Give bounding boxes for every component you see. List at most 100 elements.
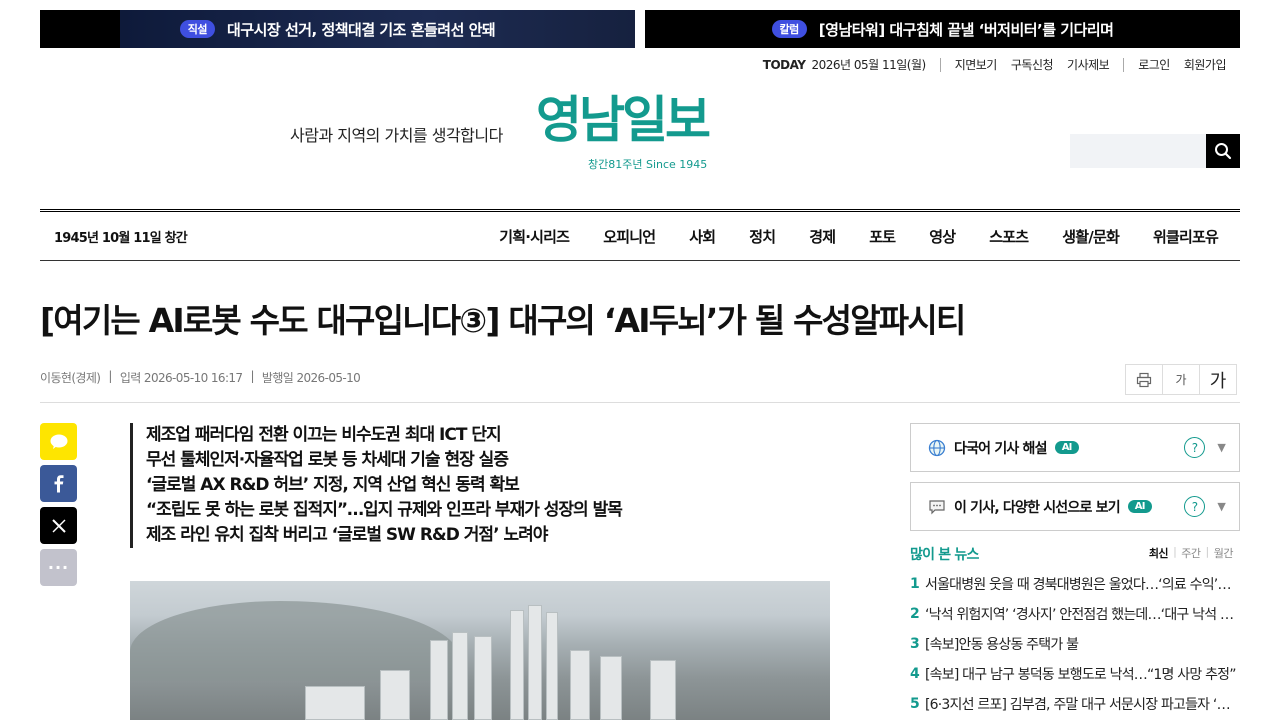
- x-share-button[interactable]: [40, 507, 77, 544]
- rank-number: 3: [910, 636, 920, 652]
- help-icon[interactable]: ?: [1184, 496, 1205, 517]
- summary-line: 제조업 패러다임 전환 이끄는 비수도권 최대 ICT 단지: [146, 425, 502, 445]
- summary-line: 제조 라인 유치 집착 버리고 ‘글로벌 SW R&D 거점’ 노려야: [146, 525, 548, 545]
- banner-tag: 직설: [179, 20, 216, 38]
- tab-latest[interactable]: 최신: [1149, 545, 1169, 561]
- photo-building: [510, 610, 524, 720]
- nav-item-series[interactable]: 기획·시리즈: [499, 226, 570, 247]
- rank-number: 2: [910, 606, 920, 622]
- photo-building: [528, 605, 542, 720]
- photo-hill: [130, 601, 460, 681]
- divider: |: [1205, 545, 1210, 558]
- search-box: [1070, 134, 1240, 168]
- published-date: 발행일 2026-05-10: [261, 371, 361, 385]
- article-summary: 제조업 패러다임 전환 이끄는 비수도권 최대 ICT 단지 무선 툴체인저·자…: [130, 423, 623, 548]
- nav-item-weekly[interactable]: 위클리포유: [1153, 226, 1219, 247]
- font-larger-button[interactable]: 가: [1199, 364, 1237, 395]
- news-title[interactable]: ‘낙석 위험지역’ ‘경사지’ 안전점검 했는데…‘대구 낙석 참사’ 원인은: [925, 604, 1239, 624]
- photo-building: [474, 636, 492, 720]
- founded-date: 1945년 10월 11일 창간: [54, 230, 188, 246]
- signup-link[interactable]: 회원가입: [1184, 56, 1227, 73]
- subscribe-link[interactable]: 구독신청: [1011, 56, 1054, 73]
- news-title[interactable]: [속보] 대구 남구 봉덕동 보행도로 낙석…“1명 사망 추정”: [925, 664, 1239, 684]
- kakao-share-button[interactable]: [40, 423, 77, 460]
- rank-number: 1: [910, 576, 920, 592]
- popular-news-tabs: 최신 | 주간 | 월간: [1149, 545, 1234, 561]
- divider: [939, 57, 941, 72]
- nav-item-video[interactable]: 영상: [929, 226, 956, 247]
- more-share-button[interactable]: ···: [40, 549, 77, 586]
- chevron-down-icon[interactable]: ▼: [1217, 441, 1225, 454]
- list-item[interactable]: 5 [6·3지선 르포] 김부겸, 주말 대구 서문시장 파고들자 ‘지선 열기’: [910, 689, 1240, 719]
- photo-building: [650, 660, 676, 720]
- news-title[interactable]: [속보]안동 용상동 주택가 불: [925, 634, 1239, 654]
- tab-monthly[interactable]: 월간: [1214, 545, 1234, 561]
- byline: 이동현(경제): [40, 371, 101, 385]
- perspectives-label: 이 기사, 다양한 시선으로 보기: [954, 499, 1121, 516]
- search-icon: [1215, 143, 1232, 160]
- speech-bubble-icon: [927, 497, 947, 517]
- banner-headline[interactable]: 대구시장 선거, 정책대결 기조 흔들려선 안돼: [227, 19, 496, 40]
- top-banner-editorial[interactable]: 직설 대구시장 선거, 정책대결 기조 흔들려선 안돼: [40, 10, 635, 48]
- ai-badge: AI: [1054, 441, 1079, 454]
- divider: |: [1173, 545, 1177, 558]
- ai-badge: AI: [1127, 500, 1152, 513]
- list-item[interactable]: 2 ‘낙석 위험지역’ ‘경사지’ 안전점검 했는데…‘대구 낙석 참사’ 원인은: [910, 599, 1240, 629]
- facebook-icon: [54, 474, 63, 492]
- search-input[interactable]: [1070, 134, 1206, 168]
- article-meta: 이동현(경제) | 입력 2026-05-10 16:17 | 발행일 2026…: [40, 369, 361, 386]
- utility-bar: TODAY 2026년 05월 11일(월) 지면보기 구독신청 기사제보 로그…: [763, 56, 1240, 73]
- tab-weekly[interactable]: 주간: [1181, 545, 1201, 561]
- summary-line: “조립도 못 하는 로봇 집적지”…입지 규제와 인프라 부재가 성장의 발목: [146, 500, 623, 520]
- main-nav: 1945년 10월 11일 창간 기획·시리즈 오피니언 사회 정치 경제 포토…: [40, 212, 1240, 261]
- nav-item-society[interactable]: 사회: [689, 226, 716, 247]
- search-button[interactable]: [1206, 134, 1240, 168]
- photo-building: [570, 650, 590, 720]
- facebook-share-button[interactable]: [40, 465, 77, 502]
- article-tools: 가 가: [1125, 364, 1237, 395]
- photo-building: [600, 656, 622, 720]
- news-title[interactable]: 서울대병원 웃을 때 경북대병원은 울었다…‘의료 수익’에 희비: [925, 574, 1239, 594]
- top-banner-column[interactable]: 칼럼 [영남타워] 대구침체 끝낼 ‘버저비터’를 기다리며: [645, 10, 1240, 48]
- chevron-down-icon[interactable]: ▼: [1217, 500, 1225, 513]
- list-item[interactable]: 1 서울대병원 웃을 때 경북대병원은 울었다…‘의료 수익’에 희비: [910, 569, 1240, 599]
- nav-item-politics[interactable]: 정치: [749, 226, 776, 247]
- list-item[interactable]: 3 [속보]안동 용상동 주택가 불: [910, 629, 1240, 659]
- photo-building: [380, 670, 410, 720]
- site-logo[interactable]: 영남일보 창간81주년 Since 1945: [536, 80, 746, 172]
- banner-headline[interactable]: [영남타워] 대구침체 끝낼 ‘버저비터’를 기다리며: [819, 19, 1114, 40]
- login-link[interactable]: 로그인: [1138, 56, 1170, 73]
- list-item[interactable]: 4 [속보] 대구 남구 봉덕동 보행도로 낙석…“1명 사망 추정”: [910, 659, 1240, 689]
- photo-building: [546, 612, 558, 720]
- summary-line: 무선 툴체인저·자율작업 로봇 등 차세대 기술 현장 실증: [146, 450, 509, 470]
- logo-wordmark: 영남일보: [536, 91, 711, 149]
- photo-building: [430, 640, 448, 720]
- meta-separator: |: [108, 369, 112, 383]
- nav-item-sports[interactable]: 스포츠: [989, 226, 1029, 247]
- slogan: 사람과 지역의 가치를 생각합니다: [290, 126, 503, 145]
- nav-item-photo[interactable]: 포토: [869, 226, 896, 247]
- news-tip-link[interactable]: 기사제보: [1067, 56, 1110, 73]
- logo-since: 창간81주년 Since 1945: [588, 158, 708, 171]
- summary-line: ‘글로벌 AX R&D 허브’ 지정, 지역 산업 혁신 동력 확보: [146, 475, 520, 495]
- popular-news-list: 1 서울대병원 웃을 때 경북대병원은 울었다…‘의료 수익’에 희비 2 ‘낙석 …: [910, 569, 1240, 719]
- nav-item-opinion[interactable]: 오피니언: [603, 226, 656, 247]
- article-title: [여기는 AI로봇 수도 대구입니다③] 대구의 ‘AI두뇌’가 될 수성알파시…: [40, 301, 966, 340]
- input-date: 입력 2026-05-10 16:17: [119, 371, 243, 385]
- multilang-explain-box[interactable]: 다국어 기사 해설 AI ? ▼: [910, 423, 1240, 472]
- perspectives-box[interactable]: 이 기사, 다양한 시선으로 보기 AI ? ▼: [910, 482, 1240, 531]
- rank-number: 4: [910, 666, 920, 682]
- share-bar: ···: [40, 423, 77, 586]
- print-button[interactable]: [1125, 364, 1163, 395]
- meta-separator: |: [250, 369, 254, 383]
- help-icon[interactable]: ?: [1184, 437, 1205, 458]
- nav-item-life-culture[interactable]: 생활/문화: [1062, 226, 1119, 247]
- x-icon: [51, 518, 66, 533]
- rank-number: 5: [910, 696, 920, 712]
- kakao-talk-icon: [50, 434, 67, 449]
- multilang-label: 다국어 기사 해설: [954, 440, 1048, 457]
- font-smaller-button[interactable]: 가: [1162, 364, 1200, 395]
- news-title[interactable]: [6·3지선 르포] 김부겸, 주말 대구 서문시장 파고들자 ‘지선 열기’: [925, 694, 1239, 714]
- epaper-link[interactable]: 지면보기: [955, 56, 998, 73]
- nav-item-economy[interactable]: 경제: [809, 226, 836, 247]
